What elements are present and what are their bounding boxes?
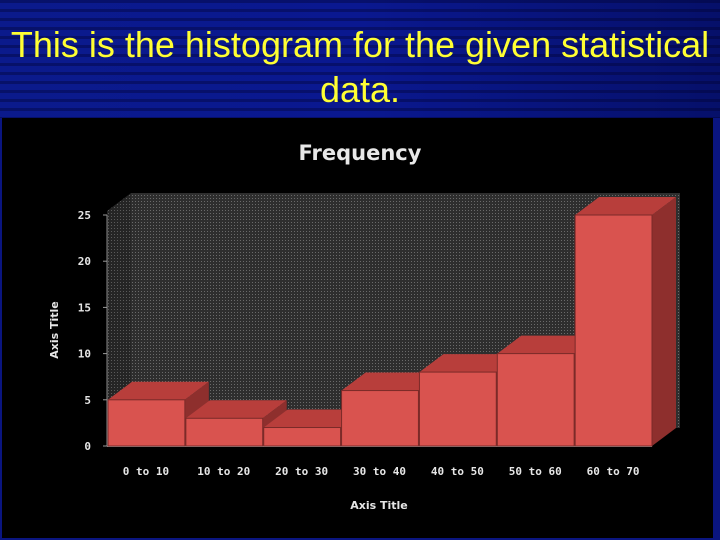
x-tick-label: 40 to 50 — [431, 465, 484, 478]
bar-front-face — [496, 353, 575, 447]
bar-front-face — [418, 371, 497, 447]
y-tick-label: 25 — [78, 209, 91, 222]
y-tick-label: 10 — [78, 348, 91, 361]
bar-7 — [574, 197, 676, 447]
bar-front-face — [185, 417, 264, 447]
x-tick-label: 0 to 10 — [123, 465, 169, 478]
y-axis-title: Axis Title — [48, 301, 61, 359]
y-tick-label: 20 — [78, 255, 91, 268]
bar-front-face — [263, 427, 342, 447]
x-tick-label: 10 to 20 — [197, 465, 250, 478]
y-axis: 0 5 10 15 20 25 — [78, 209, 108, 453]
x-tick-label: 30 to 40 — [353, 465, 406, 478]
bar-side-face — [652, 197, 676, 446]
y-tick-label: 0 — [84, 440, 91, 453]
x-tick-label: 60 to 70 — [587, 465, 640, 478]
x-tick-label: 20 to 30 — [275, 465, 328, 478]
bar-front-face — [341, 390, 419, 447]
x-tick-label: 50 to 60 — [509, 465, 562, 478]
histogram-chart: Frequency 0 5 10 15 20 25 0 to 10 10 to 20 20 t… — [48, 141, 680, 512]
bar-front-face — [574, 214, 653, 447]
y-tick-label: 15 — [78, 301, 91, 314]
y-tick-label: 5 — [84, 394, 91, 407]
bar-front-face — [107, 399, 186, 447]
x-axis: 0 to 10 10 to 20 20 to 30 30 to 40 40 to 50 5… — [123, 465, 640, 478]
chart-title: Frequency — [299, 141, 422, 165]
x-axis-title: Axis Title — [350, 499, 408, 512]
